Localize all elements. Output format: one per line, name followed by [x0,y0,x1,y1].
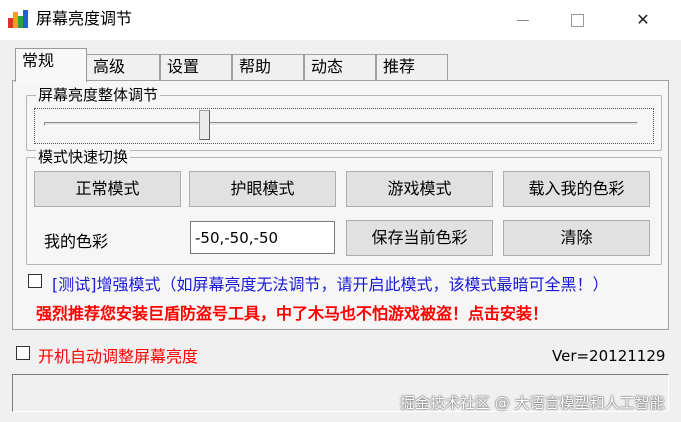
game-mode-button[interactable]: 游戏模式 [346,171,493,207]
brightness-group-title: 屏幕亮度整体调节 [36,86,161,104]
brightness-slider-thumb[interactable] [198,110,210,140]
minimize-button[interactable] [500,0,546,40]
tab-recommend[interactable]: 推荐 [376,54,448,80]
save-color-button[interactable]: 保存当前色彩 [346,220,493,256]
tab-dynamic[interactable]: 动态 [304,54,376,80]
my-color-label: 我的色彩 [44,232,109,251]
bar-chart-icon [8,10,30,28]
maximize-icon [570,14,584,27]
my-color-input[interactable] [190,221,335,254]
tab-settings[interactable]: 设置 [160,54,232,80]
brightness-slider-track[interactable] [44,122,638,126]
mode-group-title: 模式快速切换 [36,148,131,166]
autostart-checkbox[interactable] [16,346,30,360]
autostart-label[interactable]: 开机自动调整屏幕亮度 [38,343,198,367]
tab-help[interactable]: 帮助 [232,54,304,80]
load-my-color-button[interactable]: 载入我的色彩 [503,171,650,207]
normal-mode-button[interactable]: 正常模式 [34,171,181,207]
version-label: Ver=20121129 [552,347,666,365]
tab-advanced[interactable]: 高级 [86,54,160,80]
promo-link[interactable]: 强烈推荐您安装巨盾防盗号工具，中了木马也不怕游戏被盗！点击安装！ [36,300,548,324]
tab-general[interactable]: 常规 [15,48,87,82]
close-icon: ✕ [636,10,650,29]
watermark-text: 掘金技术社区 @ 大语言模型和人工智能 [400,394,665,412]
close-button[interactable]: ✕ [620,0,666,40]
test-mode-label[interactable]: [测试]增强模式（如屏幕亮度无法调节，请开启此模式，该模式最暗可全黑！） [52,271,609,295]
clear-button[interactable]: 清除 [503,220,650,256]
eye-care-mode-button[interactable]: 护眼模式 [189,171,336,207]
window-title: 屏幕亮度调节 [36,9,133,28]
maximize-button[interactable] [554,0,600,40]
test-mode-checkbox[interactable] [28,274,42,288]
minimize-icon [517,20,529,21]
slider-focus-rect [34,108,654,144]
